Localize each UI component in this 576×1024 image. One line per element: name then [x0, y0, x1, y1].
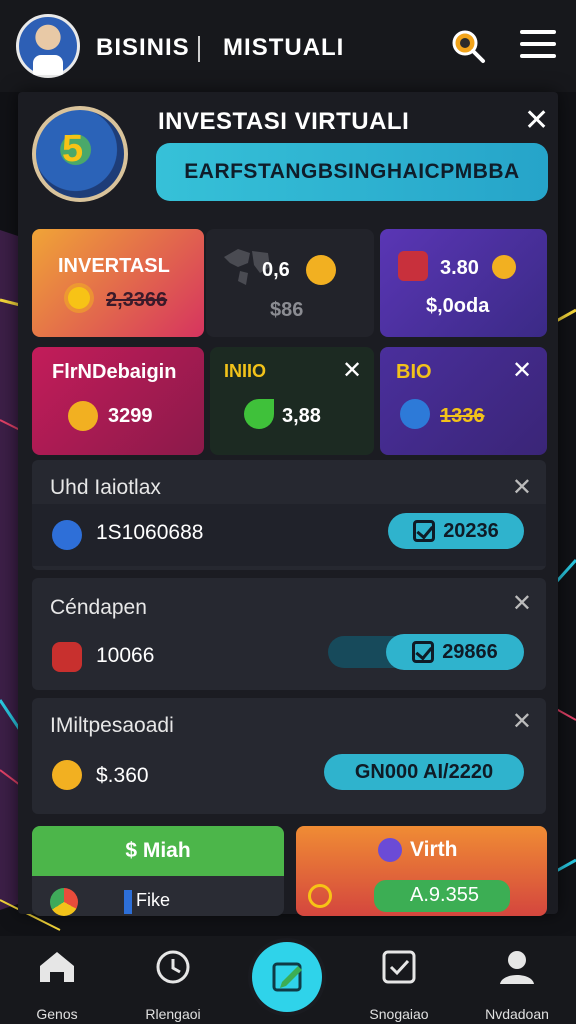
app-title-left: BISINIS	[96, 34, 190, 61]
checkbox-icon	[412, 641, 435, 663]
list-item[interactable]: Uhd Iaiotlax ✕ 1S1060688 20236	[32, 460, 546, 570]
smile-icon	[68, 401, 98, 431]
close-icon[interactable]: ✕	[512, 710, 532, 734]
tile-value: $86	[270, 299, 304, 321]
checkbox-icon	[382, 950, 416, 984]
tile-bio[interactable]: BIO ✕ 1336	[380, 347, 547, 455]
card-sub: A.9.355	[410, 884, 479, 906]
tile-findebaigin[interactable]: FlrNDebaigin 3299	[32, 347, 204, 455]
ghost-icon	[52, 520, 82, 550]
card-sub: Fike	[136, 890, 171, 910]
tile-value: 2,3366	[106, 289, 168, 311]
title-divider	[198, 36, 200, 62]
search-icon[interactable]	[450, 28, 486, 64]
tile-title: 0,6	[262, 259, 290, 281]
coin-icon	[306, 255, 336, 285]
list-item-title: Uhd Iaiotlax	[50, 476, 161, 499]
edit-fab[interactable]	[252, 942, 322, 1012]
card-virth[interactable]: Virth A.9.355	[296, 826, 547, 916]
invest-code-pill[interactable]: EARFSTANGBSINGHAICPMBBA	[156, 143, 548, 201]
tile-value: 3299	[108, 405, 153, 427]
tile-value: $,0oda	[426, 295, 490, 317]
status-badge[interactable]: 20236	[388, 513, 524, 549]
shield-icon	[398, 251, 428, 281]
nav-tasks[interactable]: Snogaiao	[344, 946, 454, 1022]
tile-title: BIO	[396, 361, 432, 383]
tile-investasi[interactable]: INVERTASL 2,3366	[32, 229, 204, 337]
list-value: $.360	[96, 764, 149, 787]
tile-purple-1[interactable]: 3.80 $,0oda	[380, 229, 547, 337]
list-item-title: IMiltpesaoadi	[50, 714, 174, 737]
close-icon[interactable]: ✕	[512, 476, 532, 500]
user-icon	[500, 951, 534, 984]
home-icon	[40, 952, 74, 982]
dog-icon	[52, 760, 82, 790]
app-title-right: MISTUALI	[223, 34, 345, 61]
checkbox-icon	[413, 520, 436, 542]
status-badge[interactable]: 29866	[386, 634, 524, 670]
top-bar: BISINIS MISTUALI	[0, 0, 576, 92]
close-icon[interactable]: ✕	[524, 106, 549, 136]
edit-icon	[272, 962, 302, 992]
close-icon[interactable]: ✕	[512, 359, 532, 383]
list-value: 1S1060688	[96, 521, 204, 544]
card-title: Virth	[410, 838, 458, 861]
wallet-icon	[52, 642, 82, 672]
leaf-icon	[244, 399, 274, 429]
users-icon	[378, 838, 402, 862]
tile-title: 3.80	[440, 257, 479, 279]
avatar[interactable]	[16, 14, 80, 78]
card-divider	[124, 890, 132, 914]
clock-icon	[156, 950, 190, 984]
close-icon[interactable]: ✕	[342, 359, 362, 383]
tile-inio[interactable]: INIIO ✕ 3,88	[210, 347, 374, 455]
tile-map[interactable]: 0,6 $86	[206, 229, 374, 337]
tile-value: 3,88	[282, 405, 321, 427]
brand-logo: 5	[32, 106, 128, 202]
list-item-title: Céndapen	[50, 596, 147, 619]
chrome-icon	[50, 888, 78, 916]
close-icon[interactable]: ✕	[512, 592, 532, 616]
nav-home[interactable]: Genos	[2, 946, 112, 1022]
sun-icon	[68, 287, 90, 309]
menu-icon[interactable]	[520, 30, 556, 62]
tile-title: FlrNDebaigin	[52, 361, 177, 383]
app-title: BISINIS MISTUALI	[96, 34, 344, 62]
nav-history[interactable]: Rlengaoi	[118, 946, 228, 1022]
list-value: 10066	[96, 644, 155, 667]
page-title: INVESTASI VIRTUALI	[158, 108, 410, 135]
tile-title: INVERTASL	[58, 255, 170, 277]
nav-profile[interactable]: Nvdadoan	[462, 946, 572, 1022]
coin-icon	[492, 255, 516, 279]
card-header: $ Miah	[32, 826, 284, 876]
list-item[interactable]: IMiltpesaoadi ✕ $.360 GN000 AI/2220	[32, 698, 546, 814]
status-badge[interactable]: GN000 AI/2220	[324, 754, 524, 790]
tile-title: INIIO	[224, 361, 267, 381]
bird-icon	[400, 399, 430, 429]
list-item[interactable]: Céndapen ✕ 10066 29866	[32, 578, 546, 690]
card-miah[interactable]: $ Miah Fike	[32, 826, 284, 916]
search-icon	[308, 884, 332, 908]
list-row: 1S1060688 20236	[32, 504, 546, 566]
tile-value: 1336	[440, 405, 485, 427]
